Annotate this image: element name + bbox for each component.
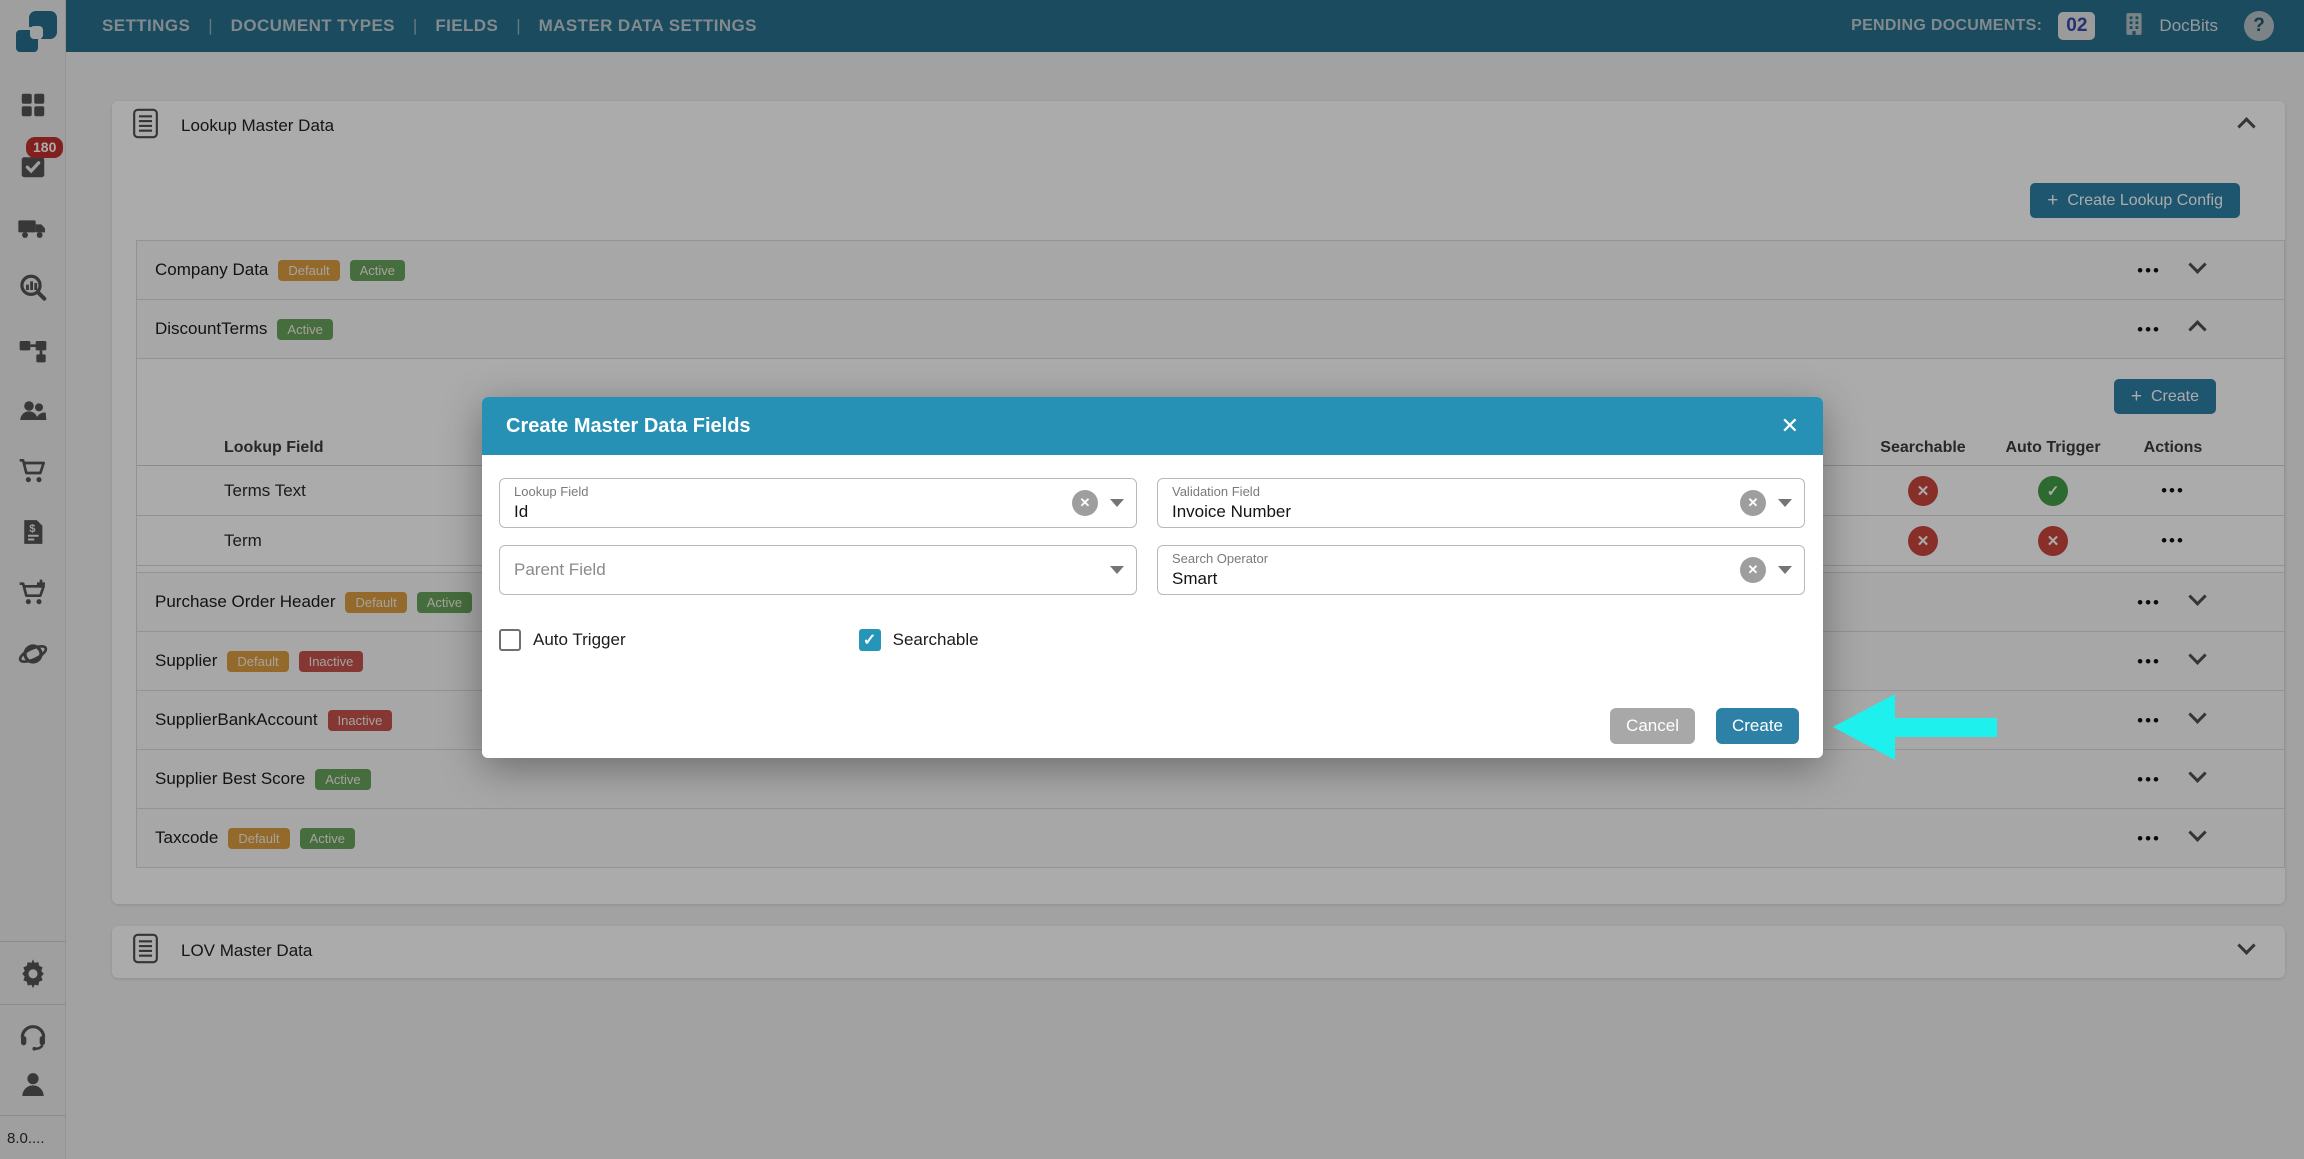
app-window: 180 $ [0,0,2304,1159]
dropdown-caret-icon[interactable] [1778,566,1792,574]
auto-trigger-checkbox-group[interactable]: Auto Trigger [499,629,626,651]
dropdown-caret-icon[interactable] [1110,499,1124,507]
searchable-label: Searchable [893,630,979,650]
clear-icon[interactable]: ✕ [1072,490,1098,516]
dropdown-caret-icon[interactable] [1778,499,1792,507]
lookup-field-select[interactable]: Lookup Field Id ✕ [499,478,1137,528]
modal-title: Create Master Data Fields [506,415,751,438]
auto-trigger-label: Auto Trigger [533,630,626,650]
lookup-field-value: Id [514,501,1060,522]
searchable-checkbox-group[interactable]: ✓ Searchable [859,629,979,651]
close-icon[interactable]: ✕ [1781,415,1799,437]
lookup-field-label: Lookup Field [514,484,1060,500]
search-operator-select[interactable]: Search Operator Smart ✕ [1157,545,1805,595]
search-operator-label: Search Operator [1172,551,1728,567]
annotation-arrow [1833,694,1999,761]
create-master-data-fields-modal: Create Master Data Fields ✕ Lookup Field… [482,397,1823,758]
search-operator-value: Smart [1172,568,1728,589]
parent-field-select[interactable]: Parent Field [499,545,1137,595]
validation-field-label: Validation Field [1172,484,1728,500]
searchable-checkbox[interactable]: ✓ [859,629,881,651]
parent-field-placeholder: Parent Field [514,560,1060,580]
clear-icon[interactable]: ✕ [1740,557,1766,583]
dropdown-caret-icon[interactable] [1110,566,1124,574]
auto-trigger-checkbox[interactable] [499,629,521,651]
create-button[interactable]: Create [1716,708,1799,744]
validation-field-select[interactable]: Validation Field Invoice Number ✕ [1157,478,1805,528]
validation-field-value: Invoice Number [1172,501,1728,522]
cancel-button[interactable]: Cancel [1610,708,1695,744]
clear-icon[interactable]: ✕ [1740,490,1766,516]
modal-header: Create Master Data Fields ✕ [482,397,1823,455]
